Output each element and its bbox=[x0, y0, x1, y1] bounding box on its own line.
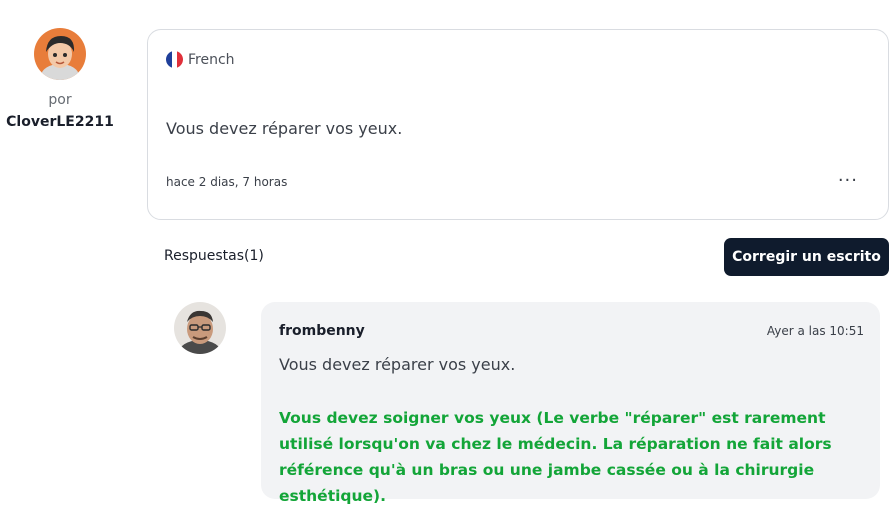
post-timestamp: hace 2 dias, 7 horas bbox=[166, 175, 288, 189]
post-language: French bbox=[166, 51, 235, 68]
france-flag-icon bbox=[166, 51, 183, 68]
answers-count: Respuestas(1) bbox=[164, 248, 264, 264]
author-avatar[interactable] bbox=[34, 28, 86, 80]
more-options-icon[interactable]: ··· bbox=[838, 170, 858, 191]
reply-timestamp: Ayer a las 10:51 bbox=[766, 324, 864, 338]
correct-writing-button[interactable]: Corregir un escrito bbox=[724, 238, 889, 276]
post-card: French Vous devez réparer vos yeux. hace… bbox=[147, 29, 889, 220]
reply-original-text: Vous devez réparer vos yeux. bbox=[279, 355, 516, 374]
by-label: por bbox=[48, 92, 72, 108]
reply-card: frombenny Ayer a las 10:51 Vous devez ré… bbox=[261, 302, 880, 505]
post-author: por CloverLE2211 bbox=[0, 28, 120, 130]
post-text: Vous devez réparer vos yeux. bbox=[166, 119, 403, 138]
language-label: French bbox=[188, 51, 235, 68]
reply-correction-text: Vous devez soigner vos yeux (Le verbe "r… bbox=[279, 409, 832, 505]
author-username[interactable]: CloverLE2211 bbox=[0, 114, 120, 130]
reply-username[interactable]: frombenny bbox=[279, 323, 365, 339]
reply-avatar[interactable] bbox=[174, 302, 226, 354]
